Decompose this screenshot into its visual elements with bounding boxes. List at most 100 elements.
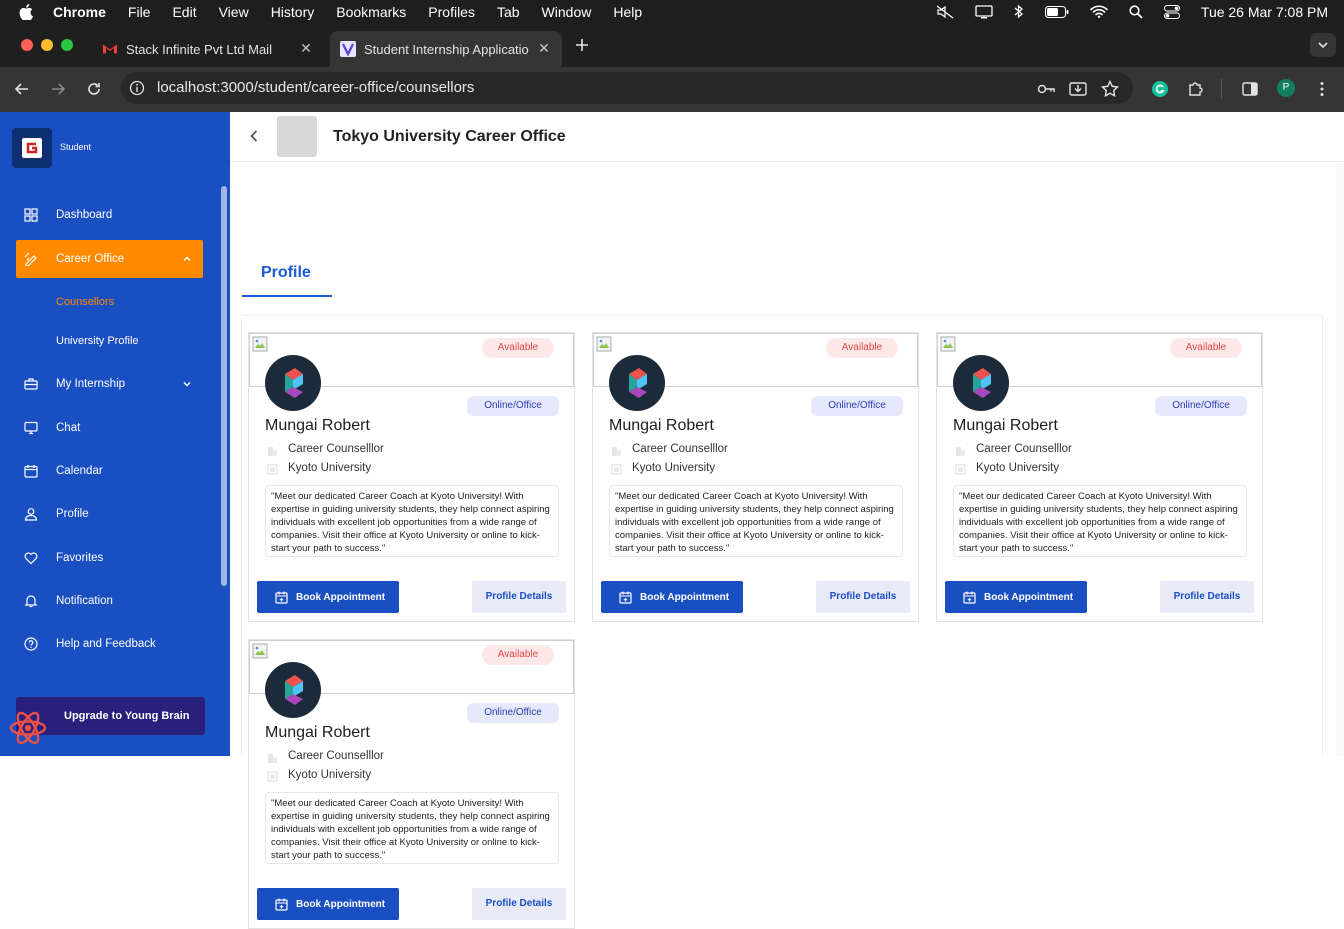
- menu-view[interactable]: View: [219, 4, 249, 20]
- book-appointment-label: Book Appointment: [984, 591, 1074, 603]
- menu-edit[interactable]: Edit: [172, 4, 196, 20]
- close-tab-icon[interactable]: ✕: [536, 40, 552, 56]
- extensions-icon[interactable]: [1186, 79, 1206, 99]
- gmail-icon: [102, 44, 118, 54]
- sidebar-item-favorites[interactable]: Favorites: [0, 539, 218, 577]
- grammarly-icon[interactable]: [1150, 79, 1170, 99]
- side-panel-icon[interactable]: [1240, 79, 1260, 99]
- counsellor-name: Mungai Robert: [265, 417, 370, 434]
- book-appointment-button[interactable]: Book Appointment: [257, 888, 399, 920]
- bookmark-star-icon[interactable]: [1100, 79, 1120, 99]
- university-icon: [611, 464, 622, 475]
- sidebar-item-calendar[interactable]: Calendar: [0, 452, 218, 490]
- close-tab-icon[interactable]: ✕: [298, 40, 314, 56]
- sidebar-scrollbar[interactable]: [221, 186, 227, 586]
- profile-initial: P: [1282, 82, 1290, 93]
- wifi-icon[interactable]: [1090, 5, 1108, 18]
- menu-history[interactable]: History: [271, 4, 315, 20]
- macos-menu-bar: Chrome File Edit View History Bookmarks …: [0, 0, 1344, 23]
- sidebar-item-career-office[interactable]: Career Office: [16, 240, 203, 278]
- control-center-icon[interactable]: [1163, 4, 1180, 19]
- window-zoom-button[interactable]: [61, 39, 73, 51]
- back-arrow-icon[interactable]: [246, 128, 262, 144]
- briefcase-icon: [24, 378, 38, 390]
- url-text[interactable]: localhost:3000/student/career-office/cou…: [157, 79, 474, 96]
- user-role-label: Student: [60, 142, 92, 152]
- profile-details-button[interactable]: Profile Details: [472, 888, 566, 920]
- sidebar-item-help-and-feedback[interactable]: Help and Feedback: [0, 625, 218, 663]
- site-info-icon[interactable]: [129, 80, 145, 96]
- book-appointment-button[interactable]: Book Appointment: [257, 581, 399, 613]
- more-menu-icon[interactable]: [1312, 79, 1332, 99]
- broken-image-icon: [596, 336, 612, 352]
- profile-details-button[interactable]: Profile Details: [472, 581, 566, 613]
- menu-window[interactable]: Window: [542, 4, 592, 20]
- mute-icon[interactable]: [936, 5, 954, 19]
- profile-details-button[interactable]: Profile Details: [816, 581, 910, 613]
- counsellor-card: Available Online/Office Mungai Robert Ca…: [936, 332, 1263, 622]
- book-appointment-button[interactable]: Book Appointment: [945, 581, 1087, 613]
- profile-avatar[interactable]: P: [1277, 79, 1295, 97]
- profile-details-button[interactable]: Profile Details: [1160, 581, 1254, 613]
- sidebar-item-label: Favorites: [56, 552, 104, 564]
- availability-badge: Available: [482, 338, 554, 358]
- window-minimize-button[interactable]: [41, 39, 53, 51]
- password-key-icon[interactable]: [1036, 79, 1056, 99]
- help-icon: [24, 637, 38, 651]
- sidebar-item-profile[interactable]: Profile: [0, 495, 218, 533]
- counsellor-card: Available Online/Office Mungai Robert Ca…: [248, 332, 575, 622]
- book-appointment-button[interactable]: Book Appointment: [601, 581, 743, 613]
- menu-clock[interactable]: Tue 26 Mar 7:08 PM: [1201, 4, 1328, 20]
- counsellor-role: Career Counselllor: [288, 443, 384, 455]
- window-close-button[interactable]: [21, 39, 33, 51]
- sidebar-subitem-university-profile[interactable]: University Profile: [56, 335, 139, 347]
- menu-profiles[interactable]: Profiles: [428, 4, 475, 20]
- counsellor-role: Career Counselllor: [632, 443, 728, 455]
- back-icon[interactable]: [12, 79, 32, 99]
- sidebar-item-label: Help and Feedback: [56, 638, 156, 650]
- menu-file[interactable]: File: [128, 4, 151, 20]
- new-tab-icon[interactable]: [574, 37, 590, 53]
- forward-icon[interactable]: [48, 79, 68, 99]
- counsellor-bio: "Meet our dedicated Career Coach at Kyot…: [609, 485, 903, 557]
- sidebar-item-my-internship[interactable]: My Internship: [0, 365, 218, 403]
- react-devtools-icon[interactable]: [8, 708, 48, 748]
- browser-tab-internship[interactable]: Student Internship Applicatio ✕: [330, 31, 562, 67]
- counsellor-university: Kyoto University: [288, 462, 372, 474]
- menu-tab[interactable]: Tab: [497, 4, 520, 20]
- browser-tab-mail[interactable]: Stack Infinite Pvt Ltd Mail ✕: [92, 31, 324, 67]
- sidebar-item-dashboard[interactable]: Dashboard: [0, 196, 218, 234]
- display-icon[interactable]: [975, 4, 993, 19]
- tab-search-button[interactable]: [1310, 33, 1336, 57]
- tab-profile[interactable]: Profile: [261, 264, 311, 282]
- calendar-plus-icon: [275, 898, 288, 911]
- counsellor-bio: "Meet our dedicated Career Coach at Kyot…: [953, 485, 1247, 557]
- consultation-mode-badge: Online/Office: [1155, 396, 1247, 416]
- apple-icon[interactable]: [19, 3, 33, 20]
- logo-icon: [22, 138, 42, 158]
- search-icon[interactable]: [1129, 4, 1143, 19]
- menu-help[interactable]: Help: [613, 4, 642, 20]
- bell-icon: [24, 595, 38, 608]
- counsellor-logo-icon: [285, 675, 303, 705]
- bluetooth-icon[interactable]: [1014, 4, 1024, 19]
- app-logo[interactable]: [12, 128, 52, 168]
- reload-icon[interactable]: [84, 79, 104, 99]
- page-scrollbar[interactable]: [1336, 163, 1344, 756]
- install-app-icon[interactable]: [1068, 79, 1088, 99]
- sidebar-item-label: Chat: [56, 422, 81, 434]
- avatar: [265, 355, 321, 411]
- menu-app-name[interactable]: Chrome: [53, 4, 106, 20]
- sidebar-item-notification[interactable]: Notification: [0, 582, 218, 620]
- battery-icon[interactable]: [1044, 5, 1069, 18]
- sidebar-item-chat[interactable]: Chat: [0, 409, 218, 447]
- calendar-plus-icon: [619, 591, 632, 604]
- sidebar-subitem-counsellors[interactable]: Counsellors: [56, 296, 114, 308]
- sidebar-item-label: Notification: [56, 595, 113, 607]
- book-appointment-label: Book Appointment: [296, 591, 386, 603]
- user-icon: [24, 508, 38, 521]
- upgrade-label: Upgrade to Young Brain: [64, 710, 190, 722]
- counsellor-bio: "Meet our dedicated Career Coach at Kyot…: [265, 792, 559, 864]
- menu-bookmarks[interactable]: Bookmarks: [336, 4, 406, 20]
- grid-icon: [24, 208, 38, 222]
